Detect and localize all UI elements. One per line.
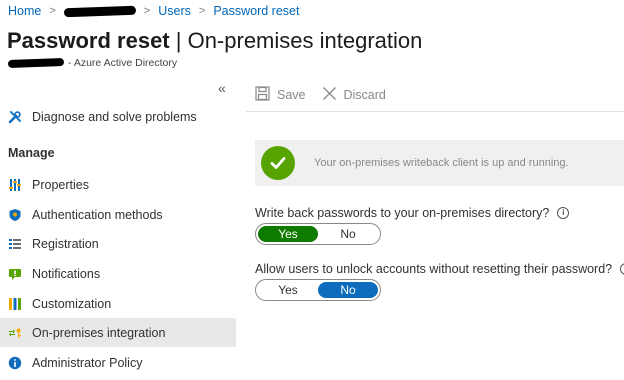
wrench-icon <box>8 110 22 124</box>
sidebar-item-notifications[interactable]: Notifications <box>0 259 236 288</box>
writeback-toggle[interactable]: Yes No <box>255 223 381 245</box>
sidebar-item-properties[interactable]: Properties <box>0 170 236 199</box>
chevron-right-icon: > <box>143 5 151 17</box>
save-button[interactable]: Save <box>255 86 306 104</box>
breadcrumb-password-reset-link[interactable]: Password reset <box>213 4 299 18</box>
notification-icon <box>8 267 22 281</box>
page-subtitle: - Azure Active Directory <box>7 57 178 69</box>
info-icon[interactable]: i <box>557 207 570 219</box>
writeback-no-option[interactable]: No <box>318 226 378 242</box>
info-icon <box>8 356 22 370</box>
save-icon <box>255 86 277 104</box>
subtitle-text: - Azure Active Directory <box>68 57 178 69</box>
sidebar-item-label: Properties <box>32 177 89 192</box>
key-sync-icon <box>8 326 22 340</box>
sidebar-item-label: Authentication methods <box>32 207 163 222</box>
discard-button[interactable]: Discard <box>322 86 386 104</box>
command-bar: Save Discard <box>255 86 402 104</box>
sidebar-item-label: On-premises integration <box>32 325 166 340</box>
unlock-setting-label: Allow users to unlock accounts without r… <box>255 262 624 276</box>
sidebar-item-administrator-policy[interactable]: Administrator Policy <box>0 348 236 377</box>
check-circle-icon <box>261 146 295 180</box>
discard-label: Discard <box>343 88 386 102</box>
sidebar-item-diagnose[interactable]: Diagnose and solve problems <box>0 102 236 131</box>
chevron-right-icon: > <box>198 5 206 17</box>
redacted-tenant-name <box>7 58 65 68</box>
breadcrumb-users-link[interactable]: Users <box>158 4 191 18</box>
page-title: Password reset | On-premises integration <box>7 28 422 54</box>
shield-icon <box>8 208 22 222</box>
toolbar-divider <box>246 111 624 112</box>
sidebar-item-label: Notifications <box>32 266 101 281</box>
sidebar-item-label: Registration <box>32 236 99 251</box>
unlock-toggle[interactable]: Yes No <box>255 279 381 301</box>
writeback-yes-option[interactable]: Yes <box>258 226 318 242</box>
collapse-sidebar-button[interactable]: « <box>218 80 226 96</box>
unlock-no-option[interactable]: No <box>318 282 378 298</box>
sidebar-item-label: Diagnose and solve problems <box>32 109 197 124</box>
writeback-setting-label: Write back passwords to your on-premises… <box>255 206 570 220</box>
close-icon <box>322 86 344 104</box>
page-title-rest: | On-premises integration <box>169 28 423 53</box>
sidebar-item-customization[interactable]: Customization <box>0 289 236 318</box>
setting-label-text: Allow users to unlock accounts without r… <box>255 262 613 276</box>
breadcrumb: Home > > Users > Password reset <box>8 3 299 19</box>
properties-icon <box>8 178 22 192</box>
customization-icon <box>8 297 22 311</box>
sidebar-item-label: Administrator Policy <box>32 355 143 370</box>
info-icon[interactable]: i <box>620 263 624 275</box>
status-banner: Your on-premises writeback client is up … <box>255 140 624 186</box>
setting-label-text: Write back passwords to your on-premises… <box>255 206 550 220</box>
page-title-bold: Password reset <box>7 28 170 53</box>
sidebar-item-registration[interactable]: Registration <box>0 229 236 258</box>
unlock-yes-option[interactable]: Yes <box>258 282 318 298</box>
redacted-tenant-link[interactable] <box>63 5 136 17</box>
sidebar-item-label: Customization <box>32 296 112 311</box>
sidebar-item-authentication-methods[interactable]: Authentication methods <box>0 200 236 229</box>
banner-text: Your on-premises writeback client is up … <box>314 157 569 169</box>
chevron-right-icon: > <box>49 5 56 17</box>
list-icon <box>8 237 22 251</box>
section-header-manage: Manage <box>8 146 55 160</box>
breadcrumb-home-link[interactable]: Home <box>8 4 41 18</box>
save-label: Save <box>277 88 306 102</box>
sidebar-item-on-premises-integration[interactable]: On-premises integration <box>0 318 236 347</box>
